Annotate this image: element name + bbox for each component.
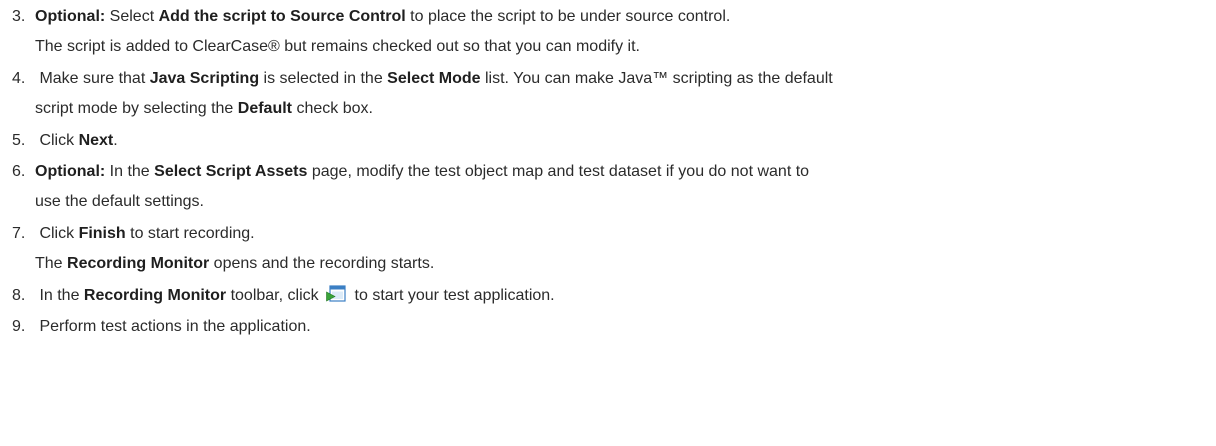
procedure-steps: 3. Optional: Select Add the script to Sou… [0,0,1216,446]
step-number: 5. [12,132,26,149]
step-text: In the [35,287,84,304]
step-8: 8. In the Recording Monitor toolbar, cli… [12,281,1202,315]
step-number: 8. [12,287,26,304]
step-number: 9. [12,318,26,335]
step-text: Perform test actions in the application. [35,318,311,335]
ui-term-recording-monitor: Recording Monitor [83,287,227,304]
step-text: to place the script to be under source c… [405,8,731,25]
optional-label: Optional: [35,163,106,180]
ui-term-java-scripting: Java Scripting [149,70,260,87]
ui-term-default: Default [237,100,292,117]
step-text: Make sure that [35,70,150,87]
step-3: 3. Optional: Select Add the script to Sou… [12,2,1202,32]
step-text: Select [105,8,159,25]
step-text: toolbar, click [226,287,324,304]
ui-term-recording-monitor: Recording Monitor [67,255,210,272]
step-text: page, modify the test object map and tes… [307,163,810,180]
step-6: 6. Optional: In the Select Script Assets … [12,157,1202,187]
step-text: In the [105,163,155,180]
step-text: Click [35,225,79,242]
step-number: 3. [12,8,26,25]
ui-term-add-to-source-control: Add the script to Source Control [158,8,406,25]
start-application-icon [326,284,346,315]
step-text: script mode by selecting the [35,100,238,117]
step-4: 4. Make sure that Java Scripting is sele… [12,64,1202,94]
step-text: list. You can make Java™ scripting as th… [480,70,833,87]
step-text: . [113,132,118,149]
step-number: 4. [12,70,26,87]
ui-term-finish: Finish [78,225,126,242]
step-text: to start recording. [125,225,255,242]
ui-term-next: Next [78,132,114,149]
step-3-note: The script is added to ClearCase® but re… [35,38,640,55]
step-5: 5. Click Next. [12,126,1202,156]
optional-label: Optional: [35,8,106,25]
step-number: 7. [12,225,26,242]
step-6-continuation: use the default settings. [35,193,204,210]
step-text: Click [35,132,79,149]
step-9: 9. Perform test actions in the applicati… [12,312,1202,342]
step-4-continuation: script mode by selecting the Default che… [35,94,1205,124]
step-text: is selected in the [259,70,388,87]
step-text: The [35,255,68,272]
step-text: opens and the recording starts. [209,255,435,272]
ui-term-select-script-assets: Select Script Assets [154,163,308,180]
step-7-note: The Recording Monitor opens and the reco… [35,249,1205,279]
ui-term-select-mode: Select Mode [387,70,481,87]
step-7: 7. Click Finish to start recording. [12,219,1202,249]
step-text: check box. [292,100,373,117]
step-number: 6. [12,163,26,180]
step-text: to start your test application. [350,287,555,304]
